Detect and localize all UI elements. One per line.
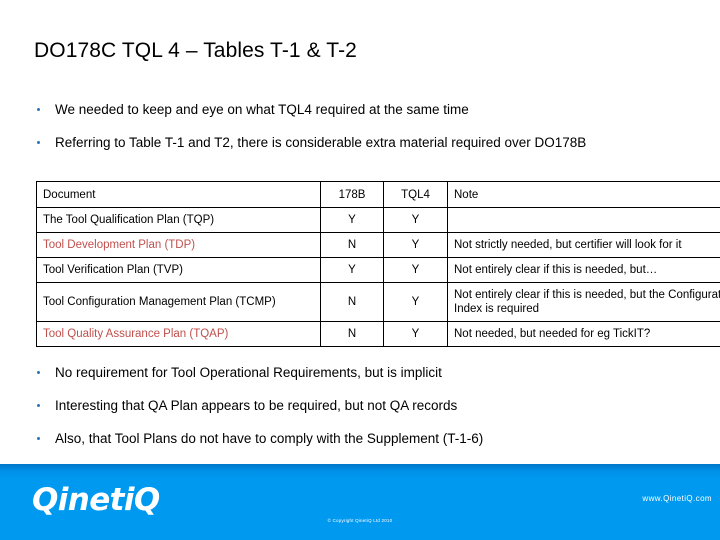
cell-tql4: Y (383, 207, 448, 233)
document-requirements-table: Document 178B TQL4 Note The Tool Qualifi… (36, 181, 720, 347)
list-item: We needed to keep and eye on what TQL4 r… (30, 100, 690, 119)
column-header-document: Document (36, 181, 321, 208)
column-header-178b: 178B (320, 181, 384, 208)
bullet-dot-icon (37, 437, 40, 440)
cell-tql4: Y (383, 321, 448, 347)
table-row: Tool Verification Plan (TVP) Y Y Not ent… (36, 257, 720, 283)
cell-178b: Y (320, 257, 384, 283)
qinetiq-logo: QinetiQ (32, 482, 160, 518)
cell-tql4: Y (383, 282, 448, 322)
bullet-text: Referring to Table T-1 and T2, there is … (55, 135, 587, 150)
table-row: Tool Configuration Management Plan (TCMP… (36, 282, 720, 322)
cell-document: The Tool Qualification Plan (TQP) (36, 207, 321, 233)
table-row: Tool Quality Assurance Plan (TQAP) N Y N… (36, 321, 720, 347)
list-item: Referring to Table T-1 and T2, there is … (30, 133, 690, 152)
bullet-dot-icon (37, 108, 40, 111)
cell-note: Not entirely clear if this is needed, bu… (447, 257, 720, 283)
cell-178b: N (320, 232, 384, 258)
table-header-row: Document 178B TQL4 Note (36, 181, 720, 208)
bullet-text: No requirement for Tool Operational Requ… (55, 365, 442, 380)
footer-website-url: www.QinetiQ.com (642, 494, 712, 503)
table-row: Tool Development Plan (TDP) N Y Not stri… (36, 232, 720, 258)
cell-tql4: Y (383, 232, 448, 258)
bullet-dot-icon (37, 141, 40, 144)
table-row: The Tool Qualification Plan (TQP) Y Y (36, 207, 720, 233)
footer-band: QinetiQ www.QinetiQ.com © Copyright Qine… (0, 464, 720, 540)
cell-document: Tool Quality Assurance Plan (TQAP) (36, 321, 321, 347)
bullet-text: Interesting that QA Plan appears to be r… (55, 398, 458, 413)
bullet-dot-icon (37, 371, 40, 374)
column-header-tql4: TQL4 (383, 181, 448, 208)
cell-tql4: Y (383, 257, 448, 283)
list-item: Interesting that QA Plan appears to be r… (30, 396, 690, 415)
column-header-note: Note (447, 181, 720, 208)
cell-note: Not strictly needed, but certifier will … (447, 232, 720, 258)
cell-note (447, 207, 720, 233)
cell-178b: N (320, 321, 384, 347)
list-item: Also, that Tool Plans do not have to com… (30, 429, 690, 448)
cell-178b: N (320, 282, 384, 322)
cell-document: Tool Development Plan (TDP) (36, 232, 321, 258)
bullet-dot-icon (37, 404, 40, 407)
slide: DO178C TQL 4 – Tables T-1 & T-2 We neede… (0, 0, 720, 540)
page-title: DO178C TQL 4 – Tables T-1 & T-2 (34, 39, 357, 62)
cell-note: Not needed, but needed for eg TickIT? (447, 321, 720, 347)
cell-document: Tool Verification Plan (TVP) (36, 257, 321, 283)
bottom-bullet-list: No requirement for Tool Operational Requ… (30, 363, 690, 448)
cell-178b: Y (320, 207, 384, 233)
bullet-text: Also, that Tool Plans do not have to com… (55, 431, 484, 446)
cell-note: Not entirely clear if this is needed, bu… (447, 282, 720, 322)
footer-copyright-text: © Copyright QinetiQ Ltd 2010 (327, 518, 393, 523)
list-item: No requirement for Tool Operational Requ… (30, 363, 690, 382)
top-bullet-list: We needed to keep and eye on what TQL4 r… (30, 100, 690, 152)
bullet-text: We needed to keep and eye on what TQL4 r… (55, 102, 469, 117)
cell-document: Tool Configuration Management Plan (TCMP… (36, 282, 321, 322)
